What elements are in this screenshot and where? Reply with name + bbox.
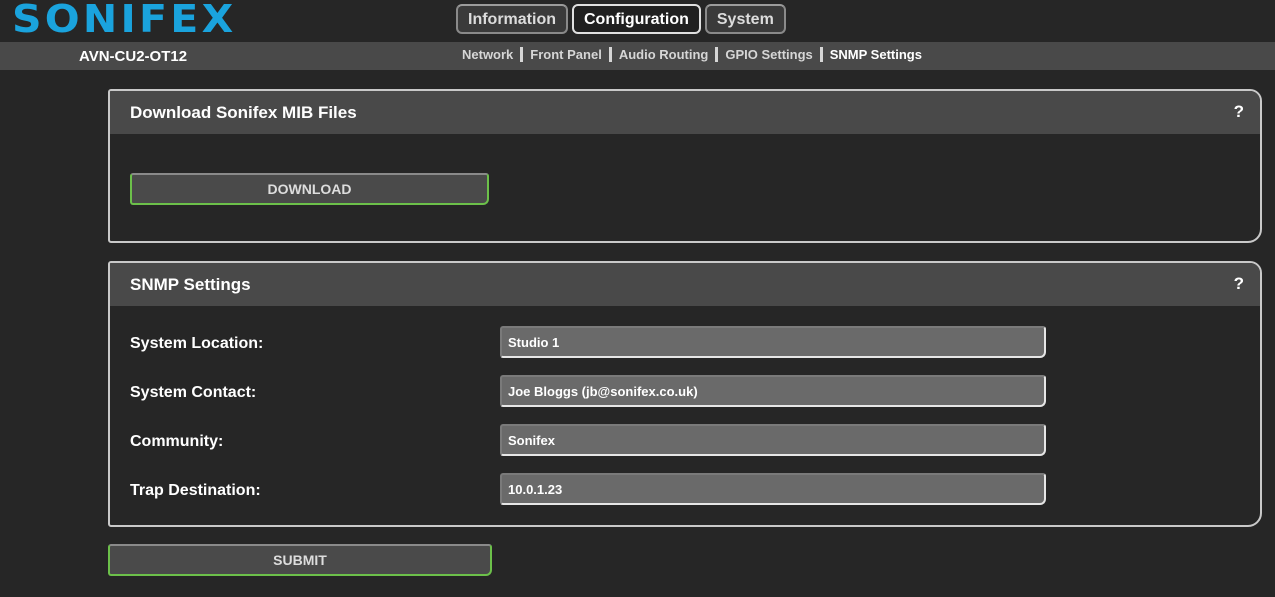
tab-configuration[interactable]: Configuration (572, 4, 701, 34)
tab-system[interactable]: System (704, 4, 786, 34)
subnav-audio-routing[interactable]: Audio Routing (619, 47, 709, 62)
system-contact-input[interactable] (500, 375, 1046, 407)
snmp-panel-header: SNMP Settings ? (110, 263, 1260, 306)
subnav-snmp-settings[interactable]: SNMP Settings (830, 47, 922, 62)
community-input[interactable] (500, 424, 1046, 456)
download-button[interactable]: DOWNLOAD (130, 173, 489, 205)
subnav-separator (608, 47, 612, 62)
snmp-settings-panel: SNMP Settings ? System Location: System … (108, 261, 1262, 527)
trap-destination-label: Trap Destination: (130, 482, 261, 499)
mib-panel-title: Download Sonifex MIB Files (130, 103, 357, 122)
trap-destination-input[interactable] (500, 473, 1046, 505)
snmp-panel-title: SNMP Settings (130, 275, 251, 294)
mib-help-icon[interactable]: ? (1234, 102, 1244, 122)
config-subnav: Network Front Panel Audio Routing GPIO S… (462, 47, 922, 62)
sonifex-logo: SONIFEX (12, 0, 237, 41)
community-label: Community: (130, 433, 224, 450)
system-location-input[interactable] (500, 326, 1046, 358)
subnav-separator (819, 47, 823, 62)
system-location-label: System Location: (130, 335, 264, 352)
main-tabs: Information Configuration System (456, 4, 786, 34)
subnav-separator (520, 47, 524, 62)
submit-button[interactable]: SUBMIT (108, 544, 492, 576)
subnav-gpio-settings[interactable]: GPIO Settings (725, 47, 812, 62)
system-contact-label: System Contact: (130, 384, 257, 401)
snmp-help-icon[interactable]: ? (1234, 274, 1244, 294)
top-bar: SONIFEX Information Configuration System (0, 0, 1275, 42)
tab-information[interactable]: Information (456, 4, 568, 34)
mib-panel-header: Download Sonifex MIB Files ? (110, 91, 1260, 134)
mib-download-panel: Download Sonifex MIB Files ? DOWNLOAD (108, 89, 1262, 243)
subnav-front-panel[interactable]: Front Panel (530, 47, 602, 62)
device-name: AVN-CU2-OT12 (79, 48, 188, 65)
subnav-network[interactable]: Network (462, 47, 513, 62)
sub-bar: AVN-CU2-OT12 Network Front Panel Audio R… (0, 42, 1275, 70)
subnav-separator (715, 47, 719, 62)
